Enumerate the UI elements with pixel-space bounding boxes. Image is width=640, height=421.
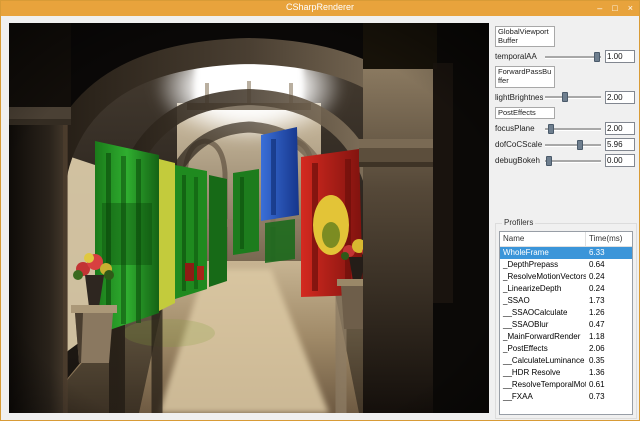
profiler-time: 2.06	[589, 344, 605, 353]
lightbrightness-value-input[interactable]: 2.00	[605, 90, 635, 104]
profiler-name: _LinearizeDepth	[503, 284, 562, 293]
debugbokeh-slider[interactable]	[545, 155, 601, 167]
profiler-row[interactable]: _DepthPrepass 0.64	[500, 259, 632, 271]
slider-label: debugBokeh	[495, 156, 540, 166]
profiler-time: 1.26	[589, 308, 605, 317]
temporalaa-value-input[interactable]: 1.00	[605, 50, 635, 64]
profiler-row[interactable]: __FXAA 0.73	[500, 391, 632, 403]
dofcocscale-value-input[interactable]: 5.96	[605, 138, 635, 152]
profiler-row[interactable]: _SSAO 1.73	[500, 295, 632, 307]
slider-thumb[interactable]	[547, 123, 554, 134]
profiler-row[interactable]: __ResolveTemporalMotionBased0.61	[500, 379, 632, 391]
profiler-name: __CalculateLuminance	[503, 356, 585, 365]
close-button[interactable]: ×	[628, 1, 633, 16]
profiler-time: 0.35	[589, 356, 605, 365]
combo-posteffects[interactable]: PostEffects	[495, 106, 555, 120]
slider-thumb[interactable]	[561, 92, 568, 102]
profiler-row[interactable]: _ResolveMotionVectors 0.24	[500, 271, 632, 283]
slider-row-lightbrightness: lightBrightness 2.00	[495, 90, 635, 105]
combo-forwardpassbuffer[interactable]: ForwardPassBuffer	[495, 66, 555, 88]
profiler-name: _PostEffects	[503, 344, 548, 353]
combo-globalviewportbuffer[interactable]: GlobalViewportBuffer	[495, 26, 555, 48]
profiler-time: 1.18	[589, 332, 605, 341]
profiler-time: 0.64	[589, 260, 605, 269]
profiler-row[interactable]: _LinearizeDepth 0.24	[500, 283, 632, 295]
profiler-name: _SSAO	[503, 296, 530, 305]
slider-row-temporalaa: temporalAA 1.00	[495, 49, 635, 64]
focusplane-value-input[interactable]: 2.00	[605, 122, 635, 136]
render-viewport[interactable]	[9, 23, 489, 413]
column-header-name[interactable]: Name	[500, 232, 586, 246]
profiler-name: _ResolveMotionVectors	[503, 272, 586, 281]
app-window: CSharpRenderer – □ × GlobalViewportBuffe…	[0, 0, 640, 421]
minimize-button[interactable]: –	[597, 1, 602, 16]
profiler-row[interactable]: __CalculateLuminance 0.35	[500, 355, 632, 367]
title-bar[interactable]: CSharpRenderer – □ ×	[1, 1, 639, 16]
dofcocscale-slider[interactable]	[545, 139, 601, 151]
slider-label: lightBrightness	[495, 92, 543, 102]
profiler-row[interactable]: WholeFrame 6.33	[500, 247, 632, 259]
slider-row-focusplane: focusPlane 2.00	[495, 121, 635, 136]
profiler-list-header: Name Time(ms)	[500, 232, 632, 247]
profiler-row[interactable]: __HDR Resolve 1.36	[500, 367, 632, 379]
slider-row-dofcocscale: dofCoCScale 5.96	[495, 137, 635, 152]
profiler-name: _DepthPrepass	[503, 260, 559, 269]
profiler-list[interactable]: Name Time(ms) WholeFrame 6.33 _DepthPrepa…	[499, 231, 633, 415]
profiler-row[interactable]: _MainForwardRender 1.18	[500, 331, 632, 343]
profiler-time: 1.36	[589, 368, 605, 377]
lightbrightness-slider[interactable]	[545, 91, 601, 103]
focusplane-slider[interactable]	[545, 123, 601, 135]
slider-thumb[interactable]	[576, 139, 583, 150]
slider-thumb[interactable]	[546, 155, 553, 166]
profiler-name: __ResolveTemporalMotionBased	[503, 380, 586, 389]
maximize-button[interactable]: □	[612, 1, 617, 16]
profiler-name: __FXAA	[503, 392, 533, 401]
column-header-time[interactable]: Time(ms)	[586, 232, 632, 246]
profiler-row[interactable]: _PostEffects 2.06	[500, 343, 632, 355]
profiler-time: 6.33	[589, 248, 605, 257]
window-title: CSharpRenderer	[285, 2, 355, 12]
debugbokeh-value-input[interactable]: 0.00	[605, 154, 635, 168]
temporalaa-slider[interactable]	[545, 51, 601, 63]
profiler-time: 0.24	[589, 272, 605, 281]
profiler-time: 0.73	[589, 392, 605, 401]
vignette	[9, 23, 489, 413]
profilers-title: Profilers	[502, 218, 536, 227]
slider-row-debugbokeh: debugBokeh 0.00	[495, 153, 635, 168]
profiler-name: _MainForwardRender	[503, 332, 581, 341]
window-controls: – □ ×	[597, 1, 633, 16]
profiler-name: __HDR Resolve	[503, 368, 561, 377]
profilers-groupbox: Profilers Name Time(ms) WholeFrame 6.33 _…	[495, 218, 637, 419]
slider-label: dofCoCScale	[495, 140, 543, 150]
profiler-name: __SSAOCalculate	[503, 308, 568, 317]
slider-label: temporalAA	[495, 52, 537, 62]
sponza-render	[9, 23, 489, 413]
profiler-time: 0.61	[589, 380, 605, 389]
profiler-time: 0.24	[589, 284, 605, 293]
client-area: GlobalViewportBuffer temporalAA 1.00 For…	[1, 16, 639, 420]
control-panel: GlobalViewportBuffer temporalAA 1.00 For…	[495, 24, 635, 169]
profiler-time: 0.47	[589, 320, 605, 329]
slider-thumb[interactable]	[594, 51, 601, 62]
profiler-row[interactable]: __SSAOCalculate 1.26	[500, 307, 632, 319]
slider-label: focusPlane	[495, 124, 535, 134]
profiler-time: 1.73	[589, 296, 605, 305]
profiler-name: WholeFrame	[503, 248, 549, 257]
profiler-name: __SSAOBlur	[503, 320, 549, 329]
profiler-row[interactable]: __SSAOBlur 0.47	[500, 319, 632, 331]
